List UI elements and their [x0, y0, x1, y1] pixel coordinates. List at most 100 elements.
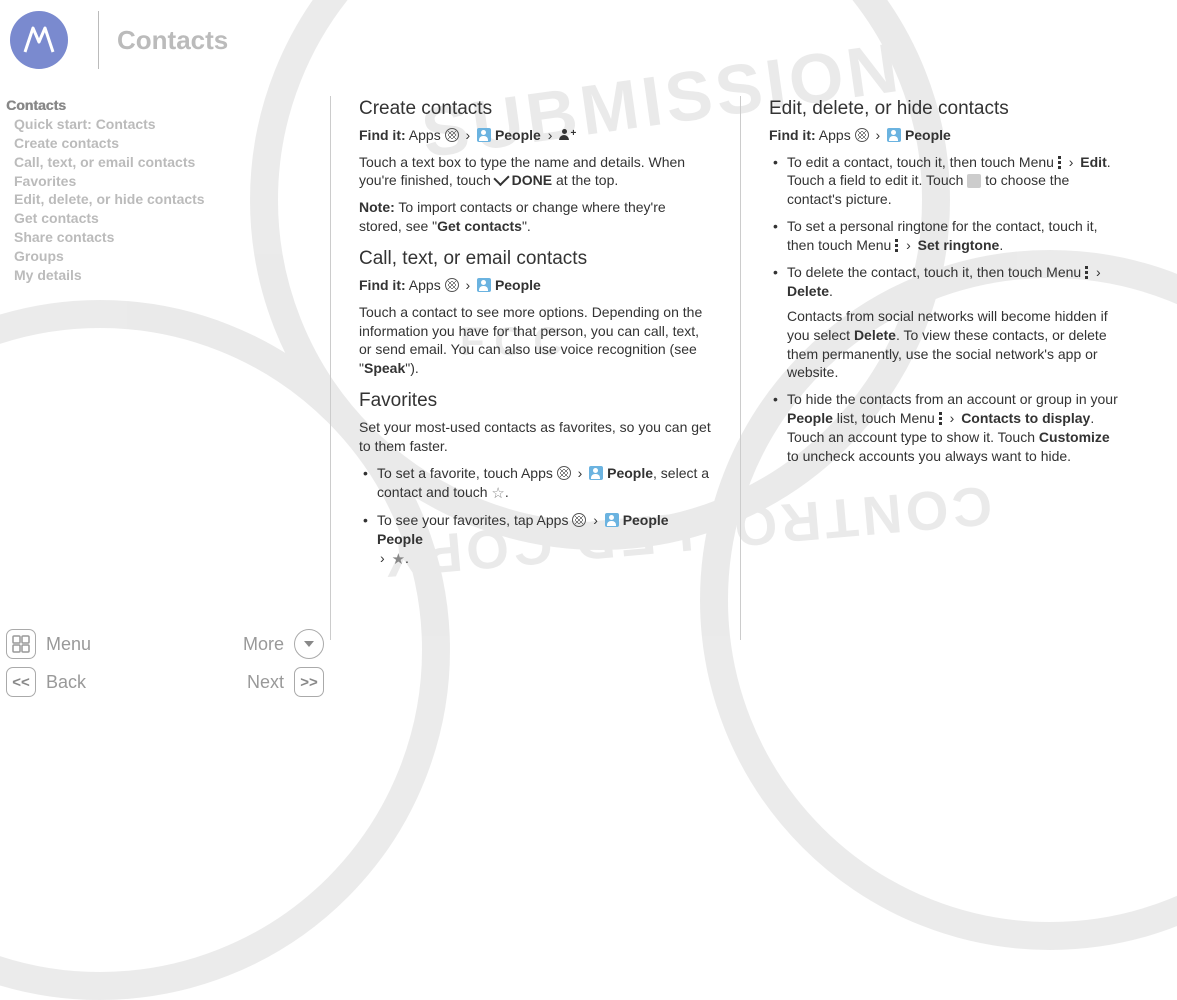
text: To set a favorite, touch Apps — [377, 465, 557, 481]
arrow-icon: › — [875, 127, 880, 143]
toc-item[interactable]: My details — [6, 266, 330, 285]
back-button[interactable]: << Back — [6, 667, 86, 697]
nav-label: More — [243, 634, 284, 655]
motorola-logo-icon — [10, 11, 68, 69]
paragraph: Touch a text box to type the name and de… — [359, 153, 712, 191]
star-icon: ☆ — [491, 485, 504, 502]
content-column-1: Create contacts Find it: Apps › People ›… — [330, 96, 740, 640]
arrow-icon: › — [465, 277, 470, 293]
find-it-call: Find it: Apps › People — [359, 276, 712, 295]
check-icon — [493, 170, 509, 186]
nav-label: Back — [46, 672, 86, 693]
overflow-menu-icon — [895, 239, 899, 252]
nav-label: Next — [247, 672, 284, 693]
list-item: To set a personal ringtone for the conta… — [773, 217, 1122, 255]
text: Set ringtone — [918, 237, 1000, 253]
heading-call-text-email: Call, text, or email contacts — [359, 246, 712, 272]
arrow-icon: › — [1069, 154, 1074, 170]
link[interactable]: Get contacts — [437, 218, 522, 234]
text: Delete — [787, 283, 829, 299]
paragraph: Set your most-used contacts as favorites… — [359, 418, 712, 456]
next-icon: >> — [294, 667, 324, 697]
toc-heading: Contacts — [6, 96, 330, 115]
arrow-icon: › — [906, 237, 911, 253]
text: People — [787, 410, 833, 426]
nav-label: Menu — [46, 634, 91, 655]
sub-paragraph: Contacts from social networks will becom… — [787, 307, 1122, 383]
text: Delete — [854, 327, 896, 343]
arrow-icon: › — [380, 550, 385, 566]
more-icon — [294, 629, 324, 659]
text: Customize — [1039, 429, 1110, 445]
text: To see your favorites, tap Apps — [377, 512, 572, 528]
note-paragraph: Note: To import contacts or change where… — [359, 198, 712, 236]
text: . — [505, 484, 509, 500]
text: Contacts to display — [961, 410, 1090, 426]
text: at the top. — [556, 172, 618, 188]
arrow-icon: › — [593, 512, 598, 528]
text: To delete the contact, touch it, then to… — [787, 264, 1085, 280]
toc-item[interactable]: Favorites — [6, 172, 330, 191]
link[interactable]: Speak — [364, 360, 405, 376]
list-item: To set a favorite, touch Apps › People, … — [363, 464, 712, 503]
toc-item[interactable]: Quick start: Contacts — [6, 115, 330, 134]
text: Edit — [1080, 154, 1106, 170]
next-button[interactable]: Next >> — [247, 667, 324, 697]
text: "). — [405, 360, 419, 376]
text: To edit a contact, touch it, then touch … — [787, 154, 1058, 170]
toc-item[interactable]: Get contacts — [6, 209, 330, 228]
overflow-menu-icon — [939, 412, 943, 425]
people-icon — [589, 466, 603, 480]
apps-icon — [855, 128, 869, 142]
add-person-icon — [559, 129, 574, 141]
toc-item[interactable]: Groups — [6, 247, 330, 266]
overflow-menu-icon — [1085, 266, 1089, 279]
more-button[interactable]: More — [243, 629, 324, 659]
text: Apps — [819, 127, 851, 143]
heading-favorites: Favorites — [359, 388, 712, 414]
text: . — [999, 237, 1003, 253]
apps-icon — [572, 513, 586, 527]
find-it-label: Find it: — [359, 127, 406, 143]
people-icon — [605, 513, 619, 527]
text: ". — [522, 218, 531, 234]
arrow-icon: › — [465, 127, 470, 143]
apps-icon — [445, 278, 459, 292]
list-item: To see your favorites, tap Apps › People… — [363, 511, 712, 569]
heading-edit-delete-hide: Edit, delete, or hide contacts — [769, 96, 1122, 122]
overflow-menu-icon — [1058, 156, 1062, 169]
text: People — [495, 127, 541, 143]
content-column-2: Edit, delete, or hide contacts Find it: … — [740, 96, 1150, 640]
arrow-icon: › — [578, 465, 583, 481]
toc-item[interactable]: Create contacts — [6, 134, 330, 153]
people-icon — [477, 128, 491, 142]
picture-icon — [967, 174, 981, 188]
toc-item[interactable]: Share contacts — [6, 228, 330, 247]
paragraph: Touch a contact to see more options. Dep… — [359, 303, 712, 379]
apps-icon — [557, 466, 571, 480]
back-icon: << — [6, 667, 36, 697]
text: People — [607, 465, 653, 481]
toc-item[interactable]: Call, text, or email contacts — [6, 153, 330, 172]
toc-item[interactable]: Edit, delete, or hide contacts — [6, 190, 330, 209]
find-it-create: Find it: Apps › People › — [359, 126, 712, 145]
list-item: To delete the contact, touch it, then to… — [773, 263, 1122, 382]
text: Apps — [409, 277, 441, 293]
text: To hide the contacts from an account or … — [787, 391, 1118, 407]
text: . — [405, 550, 409, 566]
header-divider — [98, 11, 99, 69]
text: list, touch Menu — [833, 410, 939, 426]
find-it-label: Find it: — [359, 277, 406, 293]
find-it-edit: Find it: Apps › People — [769, 126, 1122, 145]
apps-icon — [445, 128, 459, 142]
arrow-icon: › — [548, 127, 553, 143]
text: Apps — [409, 127, 441, 143]
menu-button[interactable]: Menu — [6, 629, 91, 659]
people-icon — [887, 128, 901, 142]
arrow-icon: › — [950, 410, 955, 426]
list-item: To hide the contacts from an account or … — [773, 390, 1122, 466]
text: People — [495, 277, 541, 293]
text: DONE — [512, 172, 552, 188]
note-label: Note: — [359, 199, 395, 215]
list-item: To edit a contact, touch it, then touch … — [773, 153, 1122, 210]
